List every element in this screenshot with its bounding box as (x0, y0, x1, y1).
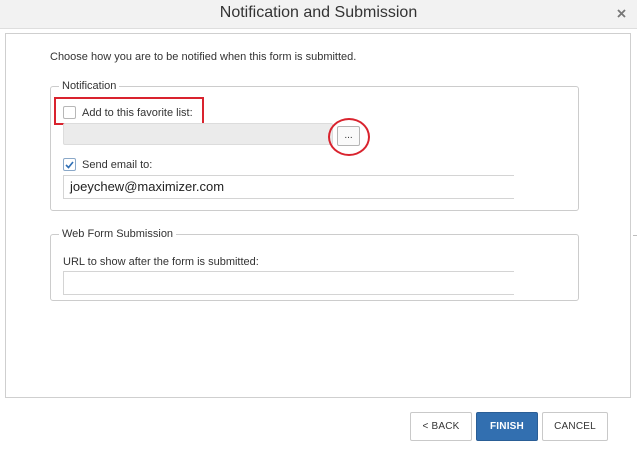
dialog-title: Notification and Submission (219, 4, 418, 21)
checkmark-icon (65, 160, 74, 169)
intro-text: Choose how you are to be notified when t… (50, 51, 357, 63)
web-form-submission-legend: Web Form Submission (62, 228, 174, 240)
close-button[interactable] (614, 6, 628, 20)
browse-favorite-list-button[interactable]: ... (337, 126, 360, 146)
send-email-row: Send email to: (63, 158, 152, 171)
cancel-button[interactable]: CANCEL (542, 412, 608, 441)
window-edge-mark (633, 235, 637, 236)
notification-submission-dialog: Notification and Submission Choose how y… (0, 0, 637, 453)
send-email-checkbox[interactable] (63, 158, 76, 171)
dialog-content: Choose how you are to be notified when t… (5, 33, 631, 398)
url-label: URL to show after the form is submitted: (63, 256, 259, 268)
email-input[interactable]: joeychew@maximizer.com (63, 175, 514, 199)
finish-button[interactable]: FINISH (476, 412, 538, 441)
highlight-rectangle (54, 97, 204, 125)
notification-legend: Notification (62, 80, 117, 92)
send-email-label: Send email to: (82, 158, 153, 171)
url-input[interactable] (63, 271, 514, 295)
dialog-titlebar: Notification and Submission (0, 0, 637, 29)
favorite-list-field[interactable] (63, 123, 333, 145)
close-icon (616, 8, 626, 18)
back-button[interactable]: < BACK (410, 412, 472, 441)
